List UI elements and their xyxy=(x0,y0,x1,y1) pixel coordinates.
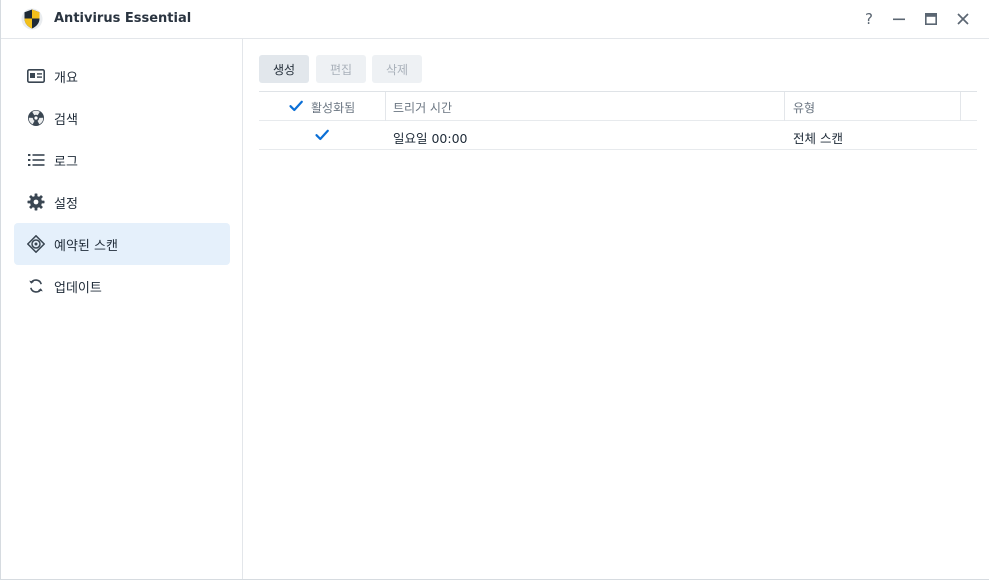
checkmark-icon xyxy=(315,129,329,141)
minimize-button[interactable] xyxy=(889,9,909,29)
sidebar-item-overview[interactable]: 개요 xyxy=(14,55,230,97)
sidebar-item-update[interactable]: 업데이트 xyxy=(14,265,230,307)
column-header-trigger-time[interactable]: 트리거 시간 xyxy=(393,99,452,116)
sidebar-item-label: 설정 xyxy=(54,197,78,212)
scan-radiation-icon xyxy=(27,109,45,127)
title-bar: Antivirus Essential ? xyxy=(1,0,989,39)
delete-button[interactable]: 삭제 xyxy=(372,55,422,83)
sidebar-item-scan[interactable]: 검색 xyxy=(14,97,230,139)
sidebar-item-label: 업데이트 xyxy=(54,281,102,296)
help-button[interactable]: ? xyxy=(859,9,879,29)
column-header-type[interactable]: 유형 xyxy=(793,99,815,116)
scheduled-scan-table: 활성화됨 트리거 시간 유형 일요일 00:00 전체 스캔 xyxy=(259,91,977,150)
app-title: Antivirus Essential xyxy=(54,11,192,26)
app-window: Antivirus Essential ? 개요 검색 로그 설정 예약된 스캔… xyxy=(0,0,989,580)
checkmark-icon xyxy=(289,100,303,112)
minimize-icon xyxy=(893,18,905,21)
column-divider[interactable] xyxy=(784,92,785,121)
sidebar: 개요 검색 로그 설정 예약된 스캔 업데이트 xyxy=(1,39,243,579)
sidebar-item-label: 검색 xyxy=(54,113,78,128)
create-button[interactable]: 생성 xyxy=(259,55,309,83)
row-enabled-checkbox[interactable] xyxy=(314,127,330,143)
sidebar-item-settings[interactable]: 설정 xyxy=(14,181,230,223)
table-header: 활성화됨 트리거 시간 유형 xyxy=(259,91,977,121)
overview-card-icon xyxy=(27,67,45,85)
sidebar-item-label: 개요 xyxy=(54,71,78,86)
maximize-button[interactable] xyxy=(921,9,941,29)
column-divider[interactable] xyxy=(960,92,961,121)
list-icon xyxy=(27,151,45,169)
trigger-time-cell: 일요일 00:00 xyxy=(393,131,468,146)
sidebar-item-label: 예약된 스캔 xyxy=(54,239,118,254)
target-icon xyxy=(27,235,45,253)
edit-button[interactable]: 편집 xyxy=(316,55,366,83)
close-button[interactable] xyxy=(953,9,973,29)
sidebar-item-log[interactable]: 로그 xyxy=(14,139,230,181)
column-header-enabled[interactable]: 활성화됨 xyxy=(311,99,355,116)
sidebar-item-scheduled-scan[interactable]: 예약된 스캔 xyxy=(14,223,230,265)
refresh-icon xyxy=(27,277,45,295)
sidebar-item-label: 로그 xyxy=(54,155,78,170)
scan-type-cell: 전체 스캔 xyxy=(793,131,843,146)
antivirus-shield-logo-icon xyxy=(21,7,43,31)
close-icon xyxy=(957,13,969,25)
table-row[interactable]: 일요일 00:00 전체 스캔 xyxy=(259,121,977,150)
select-all-checkbox[interactable] xyxy=(288,98,304,114)
column-divider[interactable] xyxy=(385,92,386,121)
gear-icon xyxy=(27,193,45,211)
maximize-icon xyxy=(925,13,937,25)
